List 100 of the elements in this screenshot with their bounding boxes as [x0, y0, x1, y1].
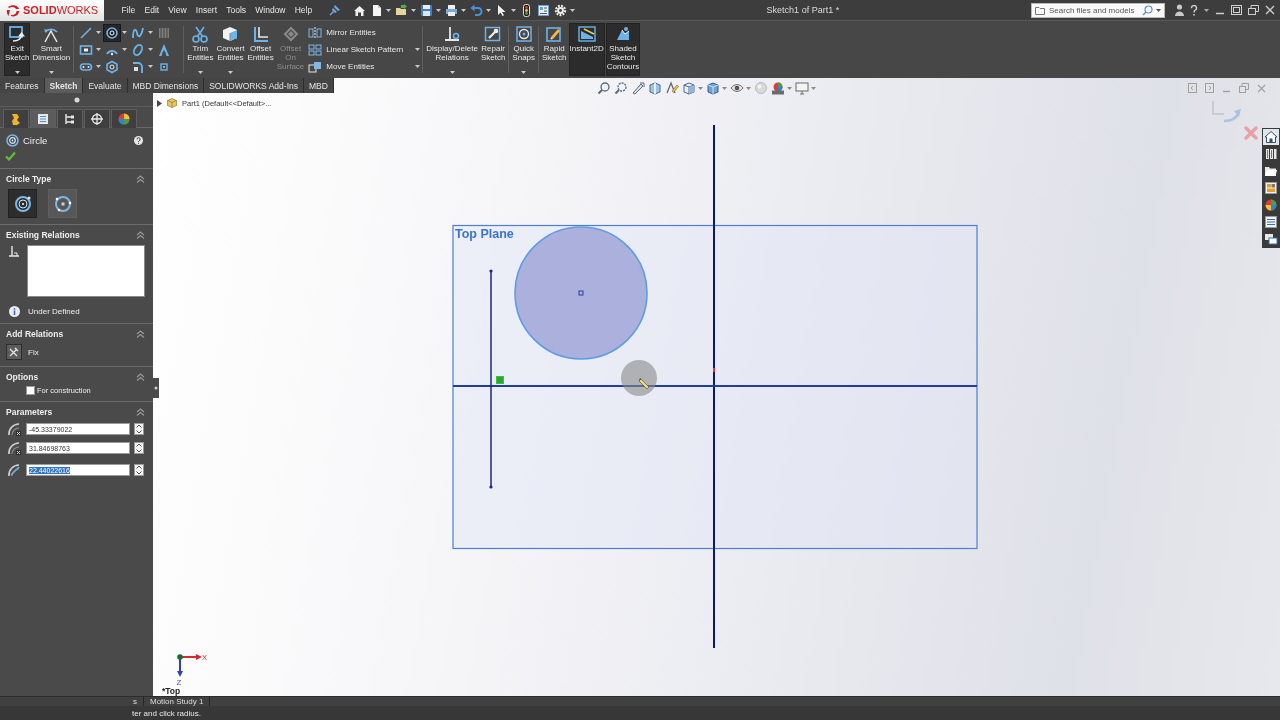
- circle-icon[interactable]: [104, 24, 121, 41]
- menu-item[interactable]: File: [117, 5, 140, 15]
- caret-icon[interactable]: [148, 31, 154, 34]
- shaded-cube-icon[interactable]: [706, 81, 720, 95]
- caret-icon[interactable]: [148, 48, 154, 51]
- ribbon-button[interactable]: Exit Sketch: [4, 23, 31, 76]
- panel-handle-icon[interactable]: [153, 378, 159, 398]
- home-icon[interactable]: [1263, 129, 1279, 145]
- caret-icon[interactable]: [521, 71, 527, 74]
- relations-list[interactable]: [27, 245, 145, 297]
- checkmark-icon[interactable]: [5, 151, 16, 161]
- collapse-icon[interactable]: [136, 231, 145, 239]
- section-cube-icon[interactable]: [648, 81, 662, 95]
- caret-icon[interactable]: [14, 71, 20, 74]
- zoom-icon[interactable]: [597, 81, 611, 95]
- center-point[interactable]: [578, 290, 584, 296]
- sketch-line[interactable]: [489, 269, 493, 489]
- panel-tab[interactable]: [3, 109, 29, 128]
- panel-tab[interactable]: [57, 109, 83, 128]
- cube-icon[interactable]: [682, 81, 696, 95]
- caret-icon[interactable]: [96, 31, 102, 34]
- menu-item[interactable]: View: [163, 5, 192, 15]
- palette-icon[interactable]: [1263, 180, 1279, 196]
- menu-item[interactable]: Tools: [221, 5, 251, 15]
- caret-icon[interactable]: [449, 71, 455, 74]
- ribbon-list-item[interactable]: Mirror Entities: [308, 26, 421, 39]
- color-ball-icon[interactable]: [771, 81, 785, 95]
- caret-icon[interactable]: [485, 8, 491, 12]
- caret-icon[interactable]: [435, 8, 441, 12]
- panel-tab[interactable]: [30, 109, 56, 128]
- menu-item[interactable]: Insert: [191, 5, 222, 15]
- panel-tab[interactable]: [111, 109, 137, 128]
- pencil-arrow-icon[interactable]: [631, 81, 645, 95]
- caret-icon[interactable]: [122, 31, 128, 34]
- search-field[interactable]: Search files and models: [1031, 2, 1165, 18]
- caret-icon[interactable]: [385, 8, 391, 12]
- menu-item[interactable]: Help: [290, 5, 317, 15]
- home-icon[interactable]: [352, 3, 366, 17]
- books-icon[interactable]: [1263, 146, 1279, 162]
- ribbon-button[interactable]: Quick Snaps: [511, 23, 537, 76]
- option-button[interactable]: [8, 189, 37, 218]
- caret-icon[interactable]: [510, 8, 516, 12]
- tab[interactable]: Sketch: [44, 78, 84, 93]
- help-icon[interactable]: [1190, 4, 1198, 16]
- panel-tab[interactable]: [84, 109, 110, 128]
- ribbon-button[interactable]: Offset Entities: [246, 23, 275, 76]
- color-ball-icon[interactable]: [1263, 197, 1279, 213]
- polygon-icon[interactable]: [104, 58, 121, 75]
- properties-icon[interactable]: [536, 3, 550, 17]
- caret-icon[interactable]: [1156, 8, 1161, 12]
- menu-item[interactable]: Edit: [139, 5, 164, 15]
- collapse-icon[interactable]: [136, 373, 145, 381]
- caret-icon[interactable]: [96, 65, 102, 68]
- option-button[interactable]: [48, 189, 77, 218]
- collapse-icon[interactable]: [136, 330, 145, 338]
- save-icon[interactable]: [419, 3, 433, 17]
- ribbon-button[interactable]: Display/Delete Relations: [425, 23, 479, 76]
- collapse-icon[interactable]: [136, 408, 145, 416]
- sketch-line[interactable]: [453, 384, 977, 388]
- anchor-square-icon[interactable]: [6, 344, 22, 360]
- search-input[interactable]: Search files and models: [1049, 4, 1139, 16]
- ribbon-button[interactable]: Convert Entities: [215, 23, 246, 76]
- caret-icon[interactable]: [415, 65, 421, 68]
- settings-icon[interactable]: [553, 3, 567, 17]
- relation-item[interactable]: Fix: [28, 347, 39, 357]
- undo-icon[interactable]: [469, 3, 483, 17]
- close-icon[interactable]: [1265, 5, 1275, 15]
- line-icon[interactable]: [78, 24, 95, 41]
- ribbon-button[interactable]: Instant2D: [568, 23, 605, 76]
- spinner-icon[interactable]: [134, 464, 144, 476]
- pin-icon[interactable]: [328, 4, 341, 16]
- annotation-icon[interactable]: [665, 81, 679, 95]
- search-icon[interactable]: [1142, 4, 1153, 16]
- ribbon-button[interactable]: Repair Sketch: [479, 23, 507, 76]
- splitter-grip-icon[interactable]: [73, 96, 80, 103]
- ribbon-button[interactable]: Rapid Sketch: [541, 23, 568, 76]
- spinner-icon[interactable]: [134, 423, 144, 435]
- caret-icon[interactable]: [460, 8, 466, 12]
- tile-left-icon[interactable]: [1188, 83, 1197, 93]
- monitor-icon[interactable]: [795, 81, 809, 95]
- restore-icon[interactable]: [1248, 5, 1259, 15]
- expand-arrow-icon[interactable]: [157, 99, 162, 107]
- help-icon[interactable]: [134, 135, 143, 145]
- maximize-icon[interactable]: [1231, 5, 1242, 15]
- checkbox[interactable]: [26, 386, 35, 395]
- spinner-icon[interactable]: [134, 442, 144, 454]
- ribbon-button[interactable]: Trim Entities: [186, 23, 215, 76]
- eye-icon[interactable]: [730, 81, 744, 95]
- caret-icon[interactable]: [569, 8, 575, 12]
- caret-icon[interactable]: [148, 65, 154, 68]
- ribbon-button[interactable]: Smart Dimension: [31, 23, 72, 76]
- list-icon[interactable]: [1263, 214, 1279, 230]
- caret-icon[interactable]: [122, 48, 128, 51]
- folder-icon[interactable]: [394, 3, 408, 17]
- ribbon-list-item[interactable]: Move Entities: [308, 60, 421, 73]
- caret-icon[interactable]: [415, 48, 421, 51]
- collapse-icon[interactable]: [136, 175, 145, 183]
- user-icon[interactable]: [1175, 4, 1184, 16]
- ribbon-button[interactable]: Shaded Sketch Contours: [605, 23, 641, 76]
- caret-icon[interactable]: [197, 71, 203, 74]
